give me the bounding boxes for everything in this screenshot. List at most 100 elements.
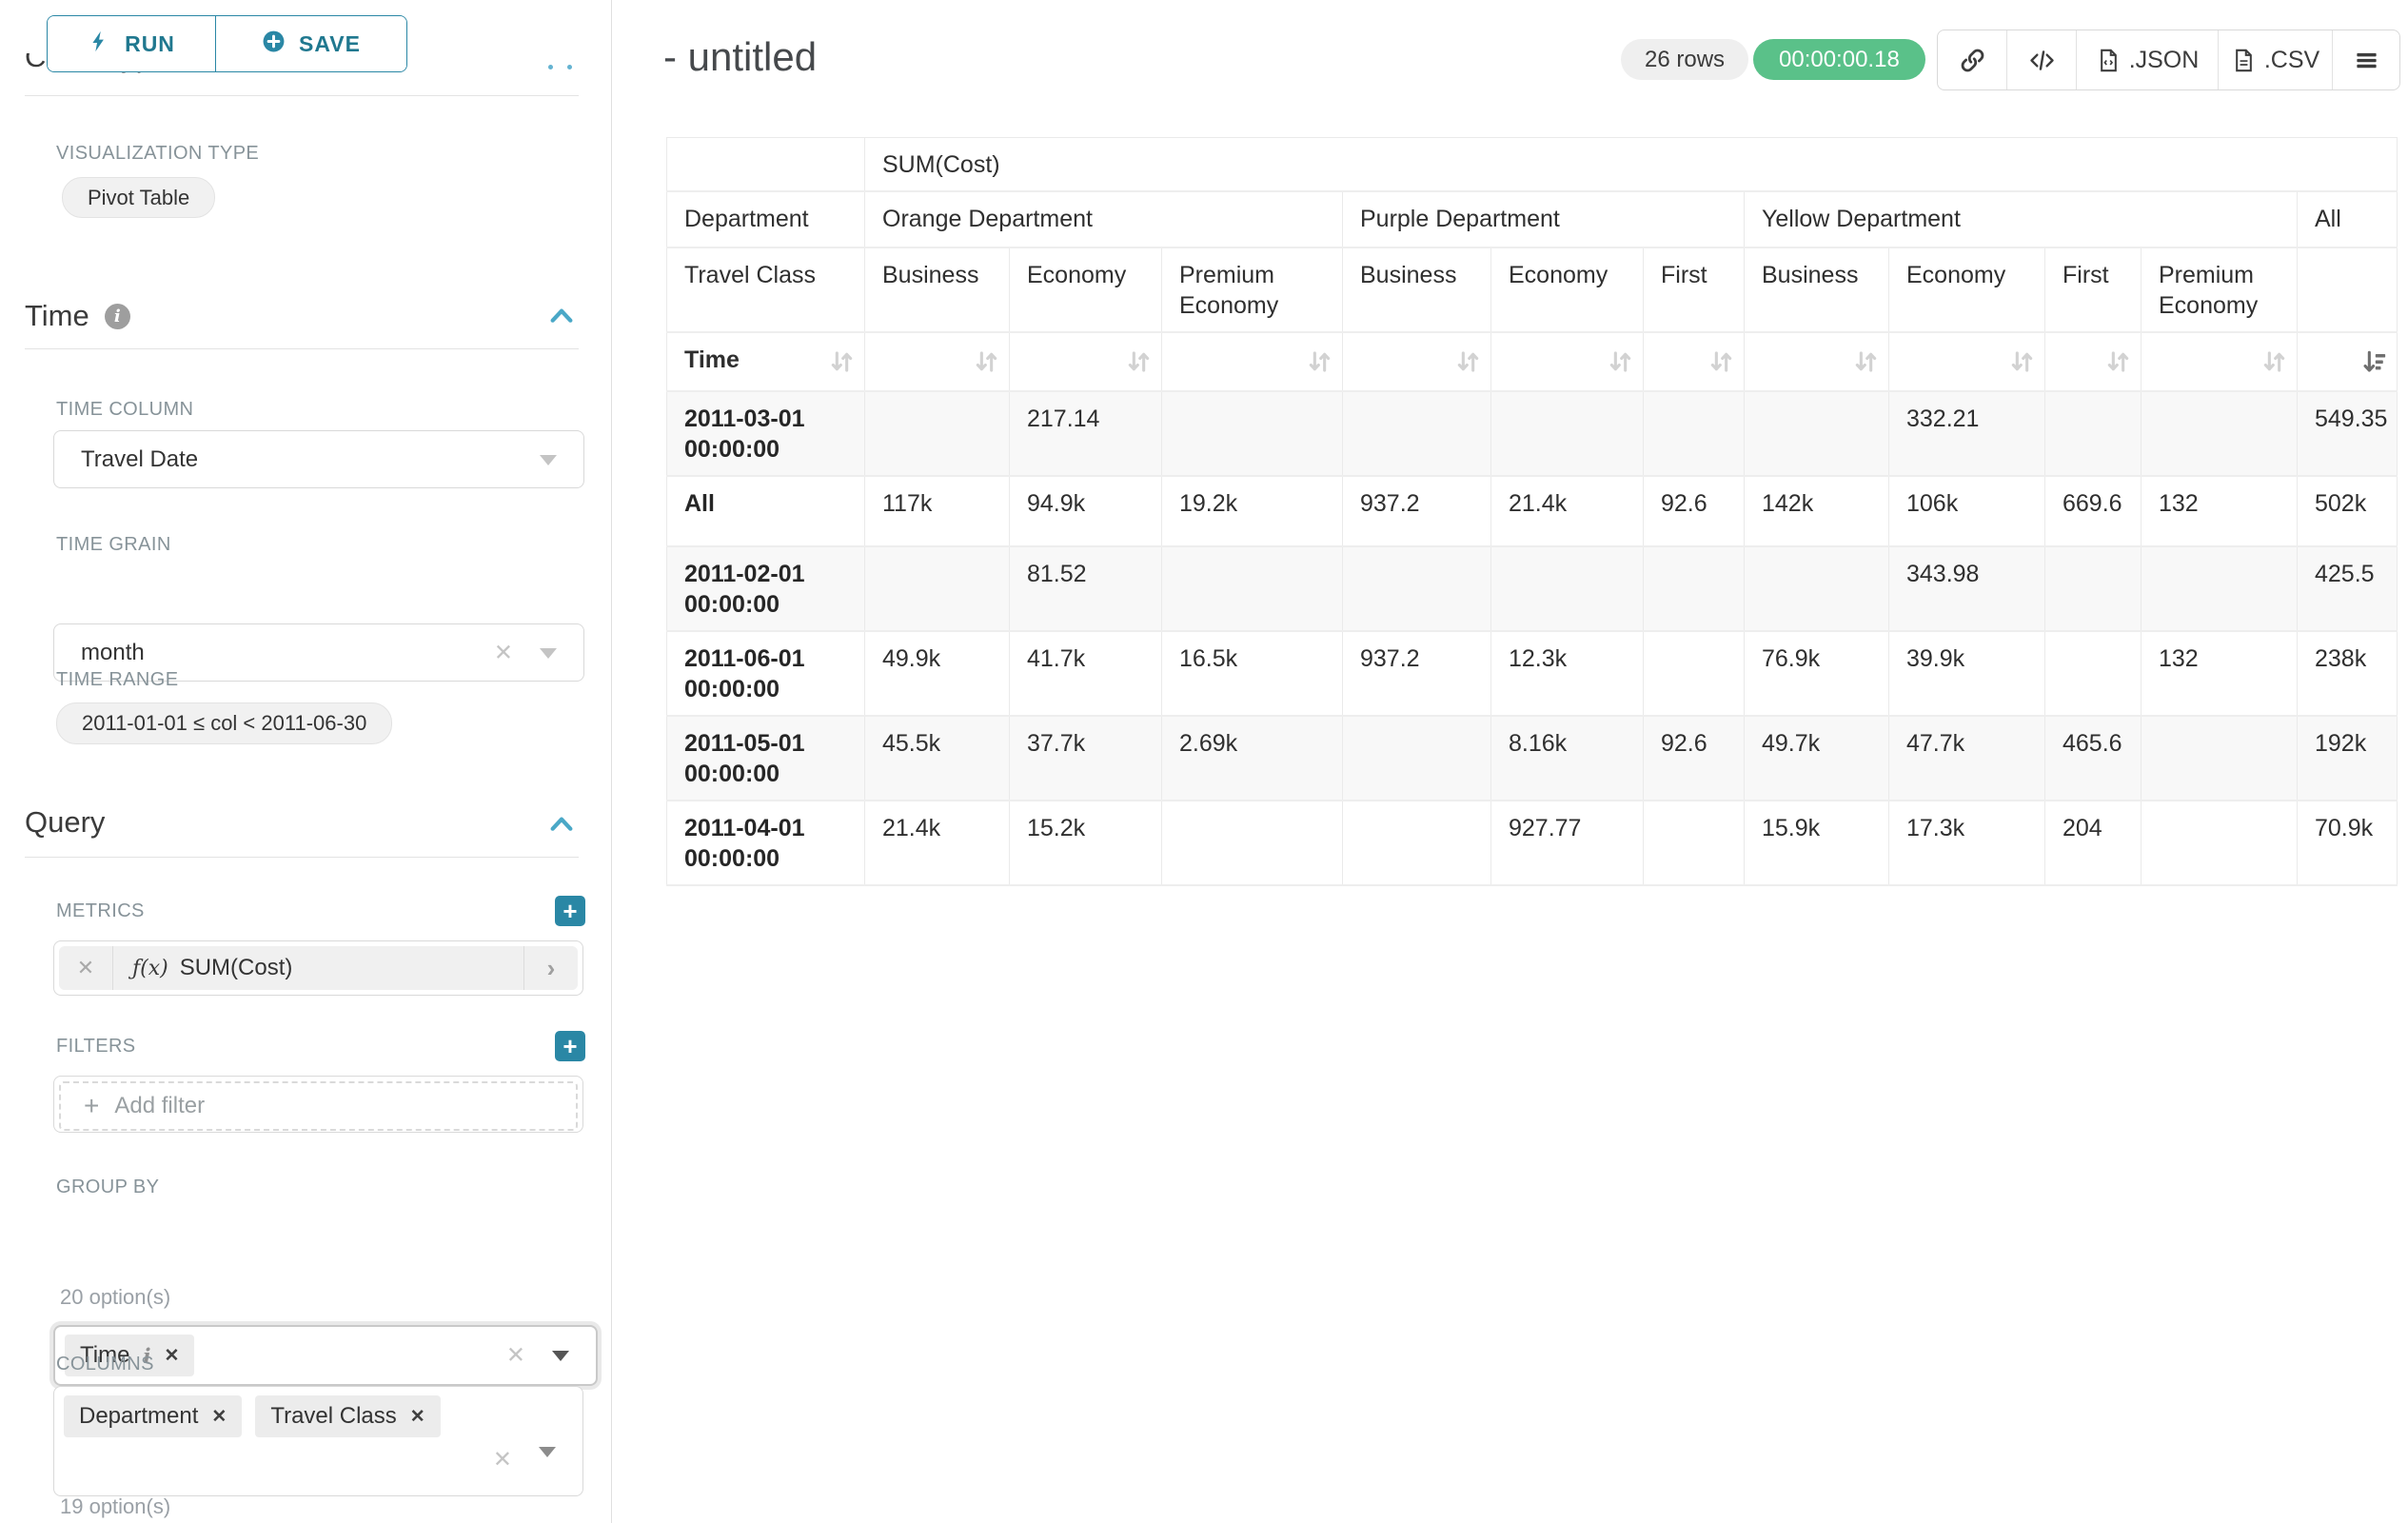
collapse-query-section[interactable] [546, 809, 577, 844]
time-range-chip[interactable]: 2011-01-01 ≤ col < 2011-06-30 [56, 702, 392, 744]
column-sort-header[interactable] [2142, 332, 2298, 391]
pivot-value-cell: 76.9k [1745, 631, 1889, 716]
pivot-value-cell: 47.7k [1889, 716, 2045, 801]
clear-icon[interactable]: ✕ [493, 1446, 512, 1474]
chip-label: Travel Class [270, 1403, 396, 1430]
columns-options-hint: 19 option(s) [60, 1494, 170, 1519]
pivot-value-cell [1644, 391, 1745, 476]
column-sort-header[interactable] [1343, 332, 1491, 391]
pivot-value-cell: 106k [1889, 476, 2045, 546]
copy-link-button[interactable] [1938, 30, 2006, 89]
export-json-button[interactable]: .JSON [2076, 30, 2218, 89]
chevron-down-icon [552, 1351, 569, 1361]
remove-metric-icon[interactable]: ✕ [59, 946, 113, 990]
metrics-field: ✕ ƒ(x) SUM(Cost) › [53, 940, 583, 996]
pivot-value-cell [1644, 546, 1745, 631]
pivot-value-cell [1343, 391, 1491, 476]
pivot-value-cell: 8.16k [1491, 716, 1644, 801]
pivot-data-row: 2011-02-01 00:00:0081.52343.98425.5 [667, 546, 2398, 631]
chevron-right-icon[interactable]: › [523, 946, 578, 990]
sort-icon [2007, 346, 2037, 376]
column-sort-header[interactable] [1745, 332, 1889, 391]
column-sort-header[interactable] [2045, 332, 2142, 391]
remove-chip-icon[interactable]: ✕ [164, 1345, 179, 1367]
pivot-value-cell: 70.9k [2298, 801, 2398, 885]
pivot-data-row: 2011-05-01 00:00:0045.5k37.7k2.69k8.16k9… [667, 716, 2398, 801]
pivot-value-cell: 81.52 [1010, 546, 1162, 631]
pivot-value-cell [1343, 801, 1491, 885]
section-divider [25, 95, 579, 96]
run-button[interactable]: RUN [48, 16, 216, 71]
file-icon [2096, 48, 2122, 73]
file-icon [2231, 48, 2257, 73]
columns-select[interactable]: Department ✕ Travel Class ✕ ✕ [53, 1386, 583, 1496]
clear-icon[interactable]: ✕ [494, 639, 513, 666]
time-heading-label: Time [25, 299, 89, 333]
pivot-value-cell: 204 [2045, 801, 2142, 885]
pivot-value-cell: 425.5 [2298, 546, 2398, 631]
pivot-subcol-header: Economy [1491, 247, 1644, 332]
query-section-heading: Query [25, 805, 105, 840]
pivot-value-cell: 192k [2298, 716, 2398, 801]
sort-desc-icon [2359, 346, 2389, 376]
clear-icon[interactable]: ✕ [506, 1342, 525, 1370]
pivot-value-cell [2142, 801, 2298, 885]
panel-divider [611, 0, 612, 1523]
pivot-table: SUM(Cost)DepartmentOrange DepartmentPurp… [666, 137, 2398, 886]
pivot-value-cell: 37.7k [1010, 716, 1162, 801]
time-column-select[interactable]: Travel Date [53, 430, 584, 488]
query-heading-label: Query [25, 805, 105, 840]
column-sort-header[interactable] [1162, 332, 1343, 391]
pivot-value-cell: 92.6 [1644, 716, 1745, 801]
remove-chip-icon[interactable]: ✕ [410, 1406, 425, 1428]
pivot-value-cell [1491, 391, 1644, 476]
pivot-value-cell: 132 [2142, 631, 2298, 716]
column-sort-header[interactable] [1644, 332, 1745, 391]
metric-pill[interactable]: ✕ ƒ(x) SUM(Cost) › [59, 946, 578, 990]
info-icon[interactable]: i [105, 304, 130, 329]
column-sort-header[interactable] [1889, 332, 2045, 391]
pivot-value-cell: 937.2 [1343, 476, 1491, 546]
section-divider [25, 857, 579, 858]
collapse-time-section[interactable] [546, 301, 577, 336]
export-csv-button[interactable]: .CSV [2218, 30, 2332, 89]
plus-circle-icon [262, 30, 286, 59]
column-sort-header[interactable] [2298, 332, 2398, 391]
pivot-value-cell: 12.3k [1491, 631, 1644, 716]
time-sort-header[interactable]: Time [667, 332, 865, 391]
column-sort-header[interactable] [1491, 332, 1644, 391]
pivot-row-label: All [667, 476, 865, 546]
columns-chip-travel-class[interactable]: Travel Class ✕ [255, 1395, 440, 1437]
column-sort-header[interactable] [1010, 332, 1162, 391]
pivot-value-cell [1162, 801, 1343, 885]
save-button[interactable]: SAVE [216, 16, 406, 71]
visualization-type-chip[interactable]: Pivot Table [62, 177, 215, 218]
remove-chip-icon[interactable]: ✕ [211, 1406, 227, 1428]
view-query-button[interactable] [2006, 30, 2076, 89]
control-panel: Chart Type RUN SAVE VISUALIZATION TYPE P… [0, 0, 611, 1523]
time-section-heading: Time i [25, 299, 130, 333]
columns-chip-department[interactable]: Department ✕ [64, 1395, 242, 1437]
pivot-value-cell [1343, 716, 1491, 801]
add-metric-button[interactable]: + [555, 896, 585, 926]
panel-handle-dot [548, 65, 553, 69]
pivot-value-cell: 465.6 [2045, 716, 2142, 801]
pivot-group-row: DepartmentOrange DepartmentPurple Depart… [667, 191, 2398, 247]
add-filter-dropzone[interactable]: + Add filter [59, 1081, 578, 1131]
pivot-value-cell: 117k [865, 476, 1010, 546]
add-filter-plus-button[interactable]: + [555, 1031, 585, 1061]
sort-icon [1124, 346, 1154, 376]
pivot-value-cell [1343, 546, 1491, 631]
pivot-value-cell [865, 546, 1010, 631]
add-filter-label: Add filter [114, 1093, 205, 1119]
column-sort-header[interactable] [865, 332, 1010, 391]
pivot-value-cell: 16.5k [1162, 631, 1343, 716]
more-options-button[interactable] [2332, 30, 2399, 89]
run-button-label: RUN [125, 31, 175, 57]
pivot-value-cell [865, 391, 1010, 476]
pivot-value-cell: 21.4k [865, 801, 1010, 885]
pivot-value-cell [1745, 391, 1889, 476]
chart-title[interactable]: - untitled [663, 34, 817, 80]
pivot-group-header: Yellow Department [1745, 191, 2298, 247]
menu-icon [2354, 48, 2379, 73]
